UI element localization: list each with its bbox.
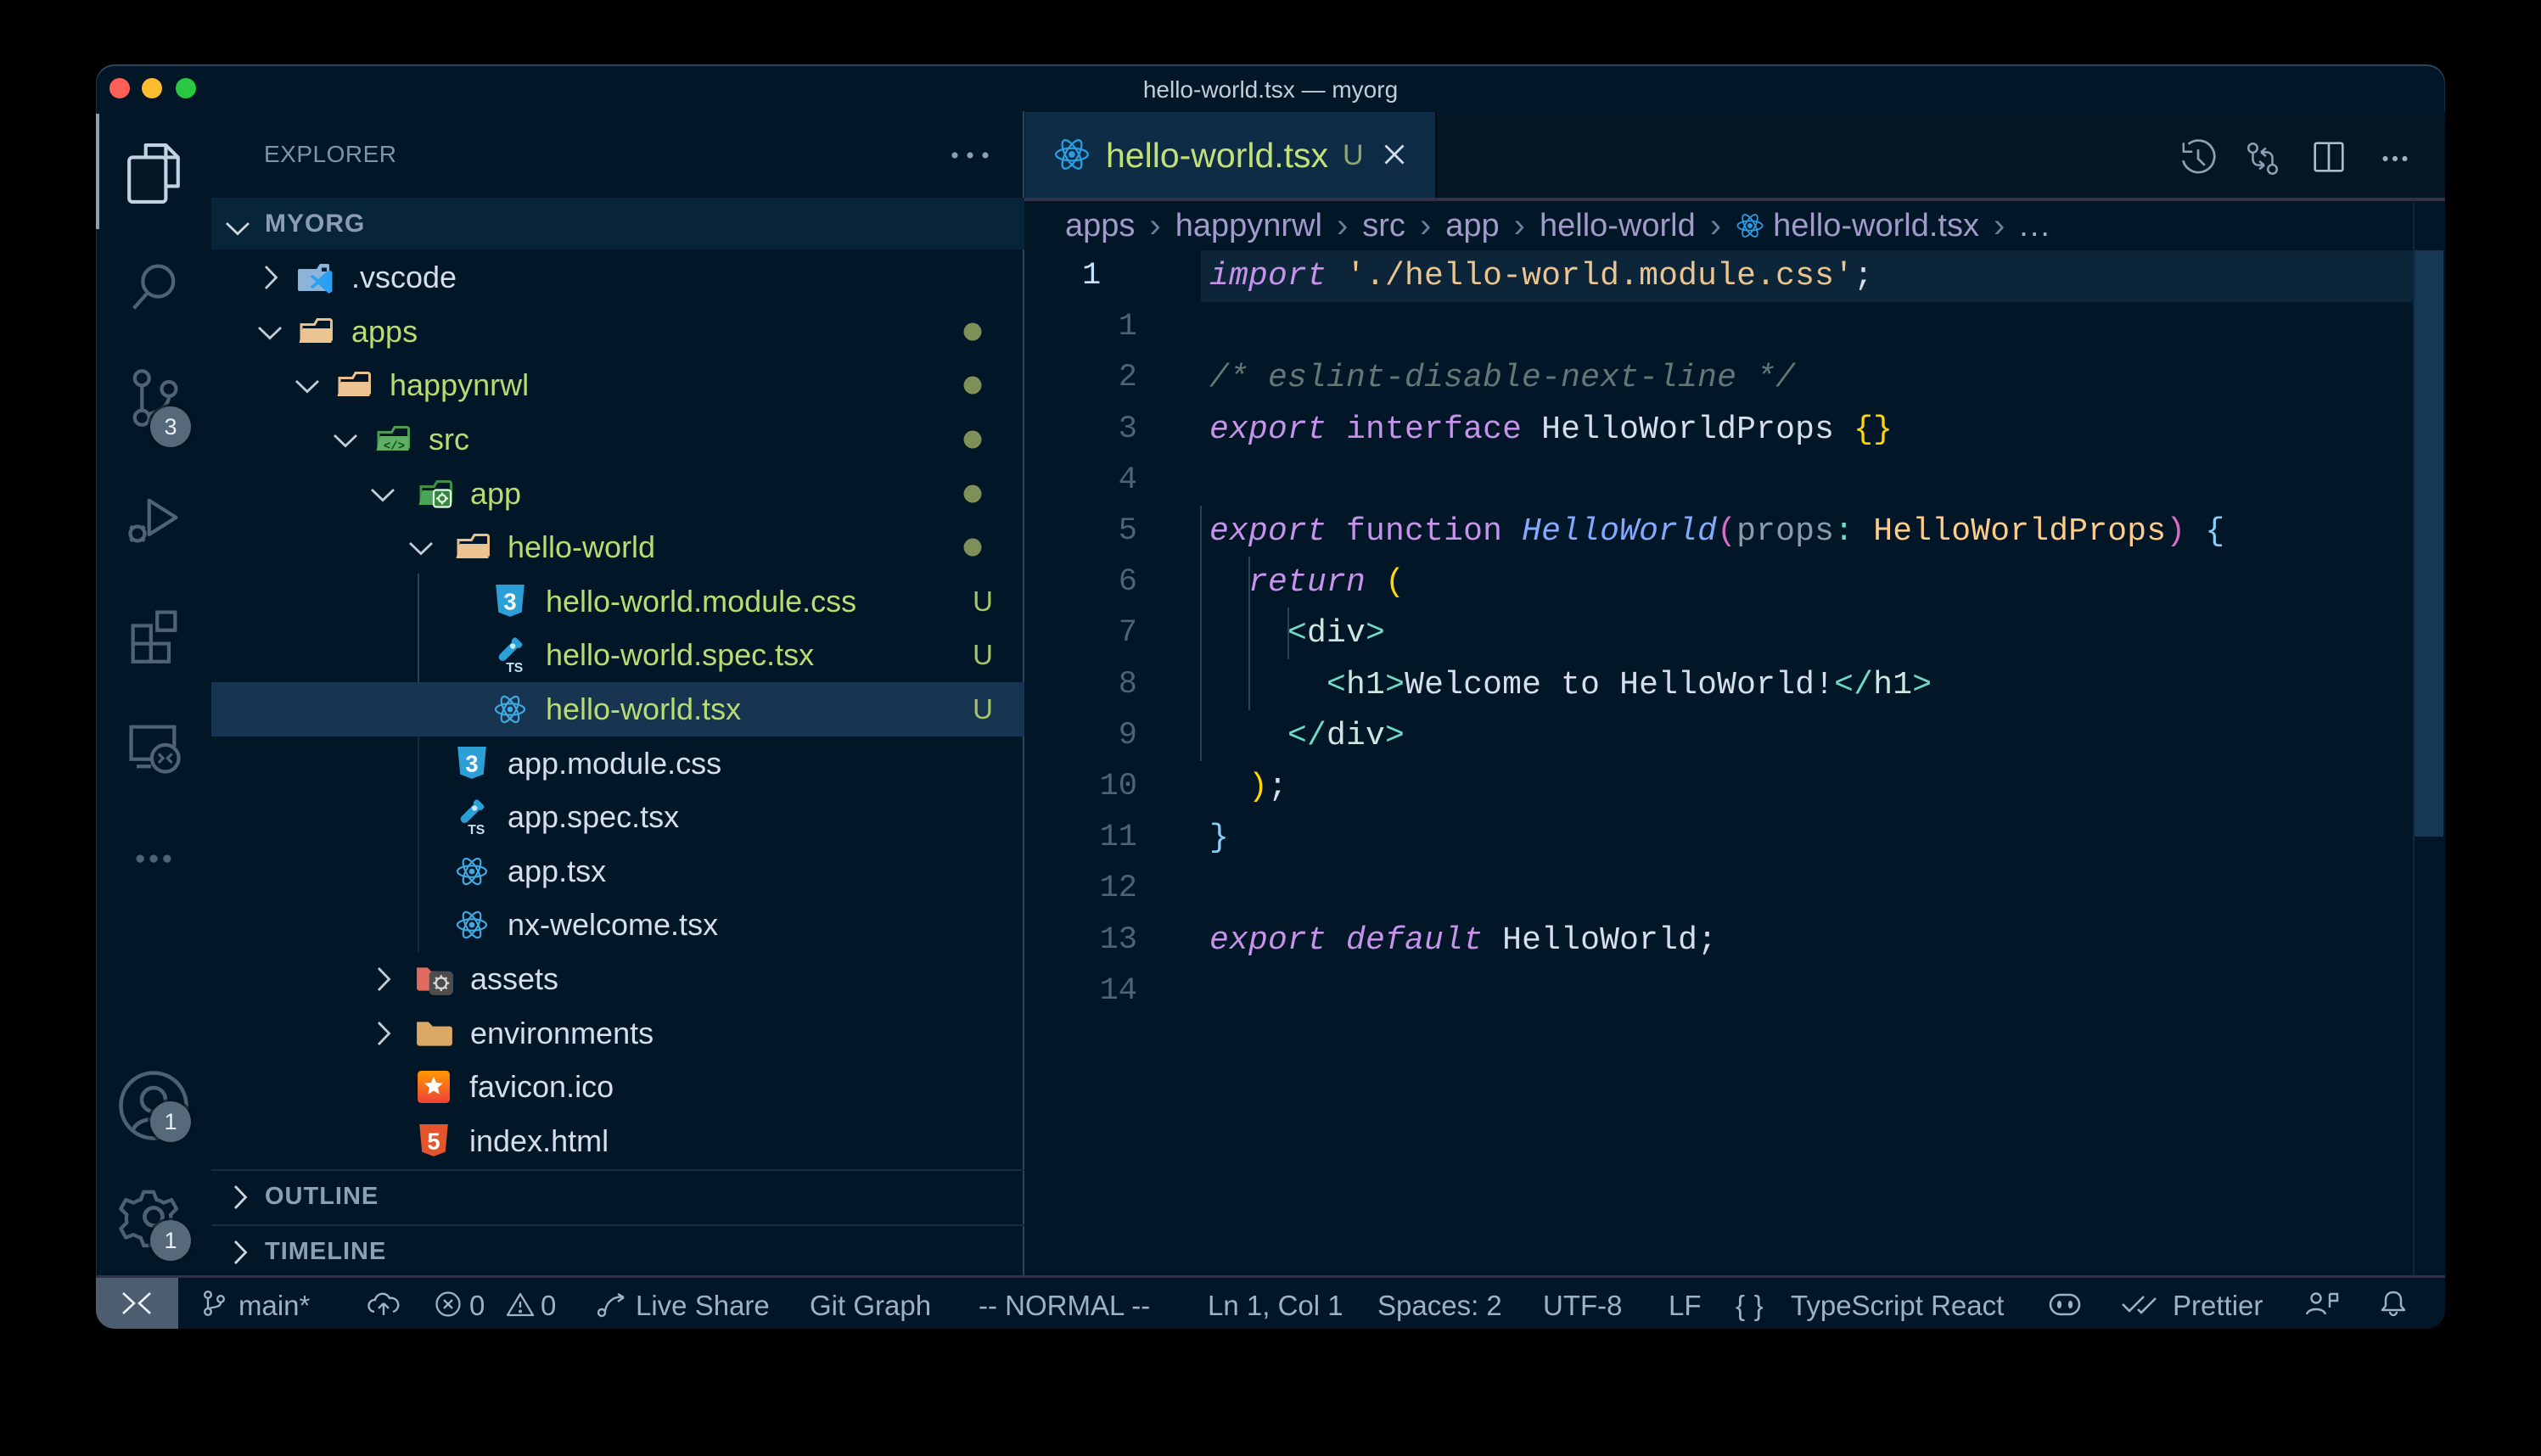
svg-text:</>: </> xyxy=(384,440,405,454)
svg-text:TS: TS xyxy=(506,661,523,673)
svg-text:3: 3 xyxy=(503,588,516,614)
svg-text:5: 5 xyxy=(427,1128,440,1154)
svg-text:3: 3 xyxy=(465,750,478,776)
svg-text:TS: TS xyxy=(468,823,485,835)
